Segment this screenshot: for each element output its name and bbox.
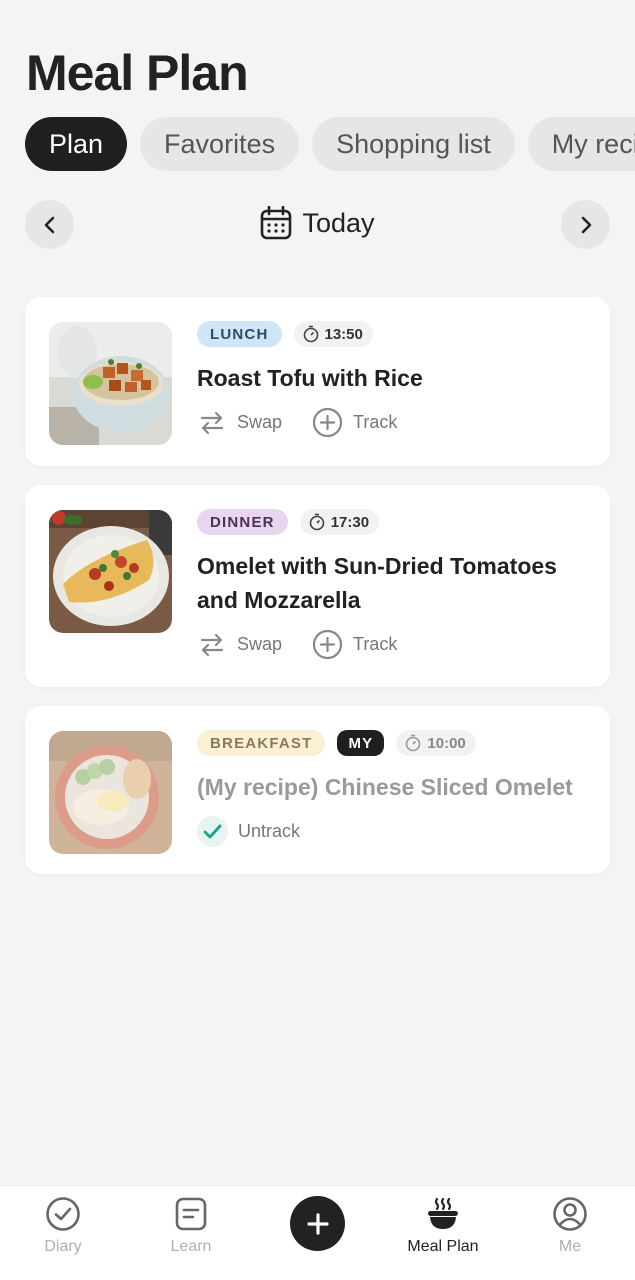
nav-meal-plan[interactable]: Meal Plan [388, 1196, 498, 1256]
meal-card-breakfast[interactable]: BREAKFAST MY 10:00 (My recipe) Chinese S… [25, 706, 610, 874]
nav-diary[interactable]: Diary [8, 1196, 118, 1256]
nav-learn[interactable]: Learn [136, 1196, 246, 1256]
meal-time-text: 17:30 [330, 513, 370, 531]
meal-type-badge: LUNCH [197, 321, 282, 347]
nav-label: Meal Plan [407, 1238, 479, 1255]
swap-label: Swap [237, 412, 283, 432]
plus-circle-icon [312, 407, 343, 438]
track-button[interactable]: Track [312, 629, 397, 660]
meal-time: 10:00 [396, 730, 476, 756]
date-text: Today [302, 207, 375, 238]
add-button[interactable] [290, 1196, 345, 1251]
my-recipe-badge: MY [337, 730, 385, 756]
meal-photo-omelet [49, 510, 172, 633]
swap-button[interactable]: Swap [197, 408, 282, 438]
swap-icon [200, 633, 224, 656]
meal-title[interactable]: Roast Tofu with Rice [197, 361, 590, 395]
bottom-nav-bar: Diary Learn Meal Plan Me [0, 1185, 635, 1280]
bowl-icon [428, 1197, 458, 1229]
plus-circle-icon [312, 629, 343, 660]
swap-icon [200, 411, 224, 434]
stopwatch-icon [309, 513, 325, 531]
document-icon [175, 1197, 207, 1231]
calendar-icon [261, 206, 292, 240]
meal-photo-chinese-omelet [49, 731, 172, 854]
tab-shopping-list[interactable]: Shopping list [312, 117, 515, 171]
swap-label: Swap [237, 634, 283, 654]
meal-type-badge: BREAKFAST [197, 730, 326, 756]
meal-card-lunch[interactable]: LUNCH 13:50 Roast Tofu with Rice Swap Tr… [25, 297, 610, 466]
chevron-right-icon [581, 216, 591, 233]
check-icon [197, 816, 228, 847]
nav-label: Diary [44, 1238, 82, 1255]
meal-time: 17:30 [299, 509, 380, 535]
tab-my-recipes[interactable]: My recipes [527, 117, 635, 171]
page-title: Meal Plan [26, 45, 249, 101]
meal-type-badge: DINNER [197, 509, 288, 535]
stopwatch-icon [406, 734, 421, 752]
track-label: Track [353, 412, 398, 432]
tab-bar: Plan Favorites Shopping list My recipes [25, 117, 635, 171]
untrack-button[interactable]: Untrack [197, 816, 300, 847]
meal-title[interactable]: Omelet with Sun-Dried Tomatoes and Mozza… [197, 549, 590, 617]
meal-details: LUNCH 13:50 Roast Tofu with Rice Swap Tr… [197, 321, 590, 438]
meal-card-dinner[interactable]: DINNER 17:30 Omelet with Sun-Dried Tomat… [25, 485, 610, 687]
profile-icon [553, 1197, 587, 1231]
nav-me[interactable]: Me [515, 1196, 625, 1256]
untrack-label: Untrack [238, 821, 301, 841]
meal-details: DINNER 17:30 Omelet with Sun-Dried Tomat… [197, 509, 590, 660]
meal-photo-roast-tofu [49, 322, 172, 445]
meal-time: 13:50 [293, 321, 373, 347]
tab-plan[interactable]: Plan [25, 117, 128, 171]
meal-details: BREAKFAST MY 10:00 (My recipe) Chinese S… [197, 730, 590, 847]
meal-time-text: 10:00 [427, 734, 466, 752]
check-circle-icon [46, 1197, 80, 1231]
date-label-group[interactable]: Today [25, 206, 610, 240]
nav-label: Me [558, 1238, 582, 1255]
meal-time-text: 13:50 [324, 325, 363, 343]
nav-label: Learn [170, 1238, 212, 1255]
track-button[interactable]: Track [312, 407, 397, 438]
date-navigator: Today [25, 200, 610, 250]
next-day-button[interactable] [561, 200, 610, 249]
meal-title[interactable]: (My recipe) Chinese Sliced Omelet [197, 770, 590, 804]
stopwatch-icon [303, 325, 318, 343]
plus-icon [306, 1212, 329, 1235]
track-label: Track [353, 634, 398, 654]
swap-button[interactable]: Swap [197, 630, 282, 660]
tab-favorites[interactable]: Favorites [140, 117, 300, 171]
